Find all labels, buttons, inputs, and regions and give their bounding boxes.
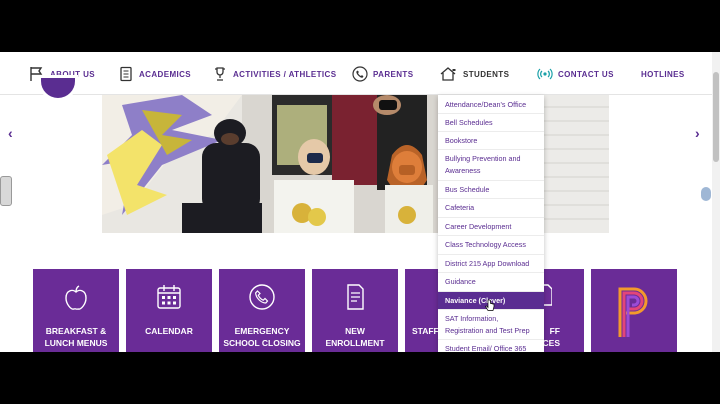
tile-label-line1: CALENDAR	[145, 326, 193, 336]
page-scrollbar[interactable]	[712, 52, 720, 352]
tile-breakfast-lunch-menus[interactable]: BREAKFAST & LUNCH MENUS	[33, 269, 119, 352]
powerschool-logo	[618, 287, 648, 337]
side-drag-handle[interactable]	[0, 176, 12, 206]
menu-item-district-215-app[interactable]: District 215 App Download	[438, 255, 544, 273]
tile-label-line1: NEW	[345, 326, 365, 336]
document-icon	[347, 284, 364, 310]
hero-carousel: ‹ ›	[0, 75, 712, 233]
carousel-prev-button[interactable]: ‹	[8, 125, 13, 141]
carousel-next-button[interactable]: ›	[695, 125, 700, 141]
school-logo[interactable]	[38, 75, 78, 101]
menu-item-student-email[interactable]: Student Email/ Office 365	[438, 340, 544, 353]
nav-students[interactable]: STUDENTS	[438, 65, 509, 83]
menu-item-bus-schedule[interactable]: Bus Schedule	[438, 181, 544, 199]
calendar-icon	[157, 285, 181, 309]
students-dropdown-menu: Attendance/Dean's Office Bell Schedules …	[438, 95, 544, 352]
nav-hotlines[interactable]: HOTLINES	[641, 65, 685, 83]
menu-item-sat-information[interactable]: SAT Information, Registration and Test P…	[438, 310, 544, 340]
menu-item-career-development[interactable]: Career Development	[438, 218, 544, 236]
main-nav: ABOUT US ACADEMICS ACTIVITIES / ATHLETIC…	[0, 52, 712, 95]
tile-new-enrollment[interactable]: NEW ENROLLMENT	[312, 269, 398, 352]
tile-label-line2: LUNCH MENUS	[44, 338, 108, 348]
apple-icon	[65, 285, 87, 310]
screen: ABOUT US ACADEMICS ACTIVITIES / ATHLETIC…	[0, 0, 720, 404]
phone-icon	[352, 66, 368, 82]
tile-emergency-school-closing[interactable]: EMERGENCY SCHOOL CLOSING	[219, 269, 305, 352]
nav-label: STUDENTS	[463, 69, 510, 79]
nav-label: ACADEMICS	[139, 69, 192, 79]
menu-item-bullying-prevention[interactable]: Bullying Prevention and Awareness	[438, 150, 544, 181]
nav-contact-us[interactable]: CONTACT US	[537, 65, 614, 83]
trophy-icon	[215, 67, 225, 81]
notebook-icon	[120, 66, 132, 82]
menu-item-class-technology-access[interactable]: Class Technology Access	[438, 236, 544, 255]
tile-powerschool[interactable]	[591, 269, 677, 352]
tile-label-line1: EMERGENCY	[234, 326, 290, 336]
nav-parents[interactable]: PARENTS	[352, 65, 413, 83]
tile-label-line2: ENROLLMENT	[325, 338, 385, 348]
menu-item-attendance[interactable]: Attendance/Dean's Office	[438, 97, 544, 114]
broadcast-icon	[537, 68, 553, 80]
nav-label: ACTIVITIES / ATHLETICS	[233, 69, 337, 79]
menu-item-cafeteria[interactable]: Cafeteria	[438, 199, 544, 218]
tile-calendar[interactable]: CALENDAR	[126, 269, 212, 352]
tile-label-line2: SCHOOL CLOSING	[223, 338, 301, 348]
menu-item-bell-schedules[interactable]: Bell Schedules	[438, 114, 544, 132]
nav-academics[interactable]: ACADEMICS	[118, 65, 191, 83]
scrollbar-thumb[interactable]	[713, 72, 719, 162]
nav-label: HOTLINES	[641, 69, 685, 79]
nav-activities-athletics[interactable]: ACTIVITIES / ATHLETICS	[212, 65, 336, 83]
hand-cursor-icon	[485, 299, 495, 311]
microphone-icon[interactable]	[701, 187, 711, 201]
menu-item-guidance[interactable]: Guidance	[438, 273, 544, 292]
house-icon	[440, 67, 456, 81]
phone-icon	[249, 284, 275, 310]
tile-label-line1: BREAKFAST &	[45, 326, 107, 336]
browser-viewport: ABOUT US ACADEMICS ACTIVITIES / ATHLETIC…	[0, 52, 720, 352]
menu-item-bookstore[interactable]: Bookstore	[438, 132, 544, 150]
nav-label: CONTACT US	[558, 69, 614, 79]
nav-label: PARENTS	[373, 69, 414, 79]
